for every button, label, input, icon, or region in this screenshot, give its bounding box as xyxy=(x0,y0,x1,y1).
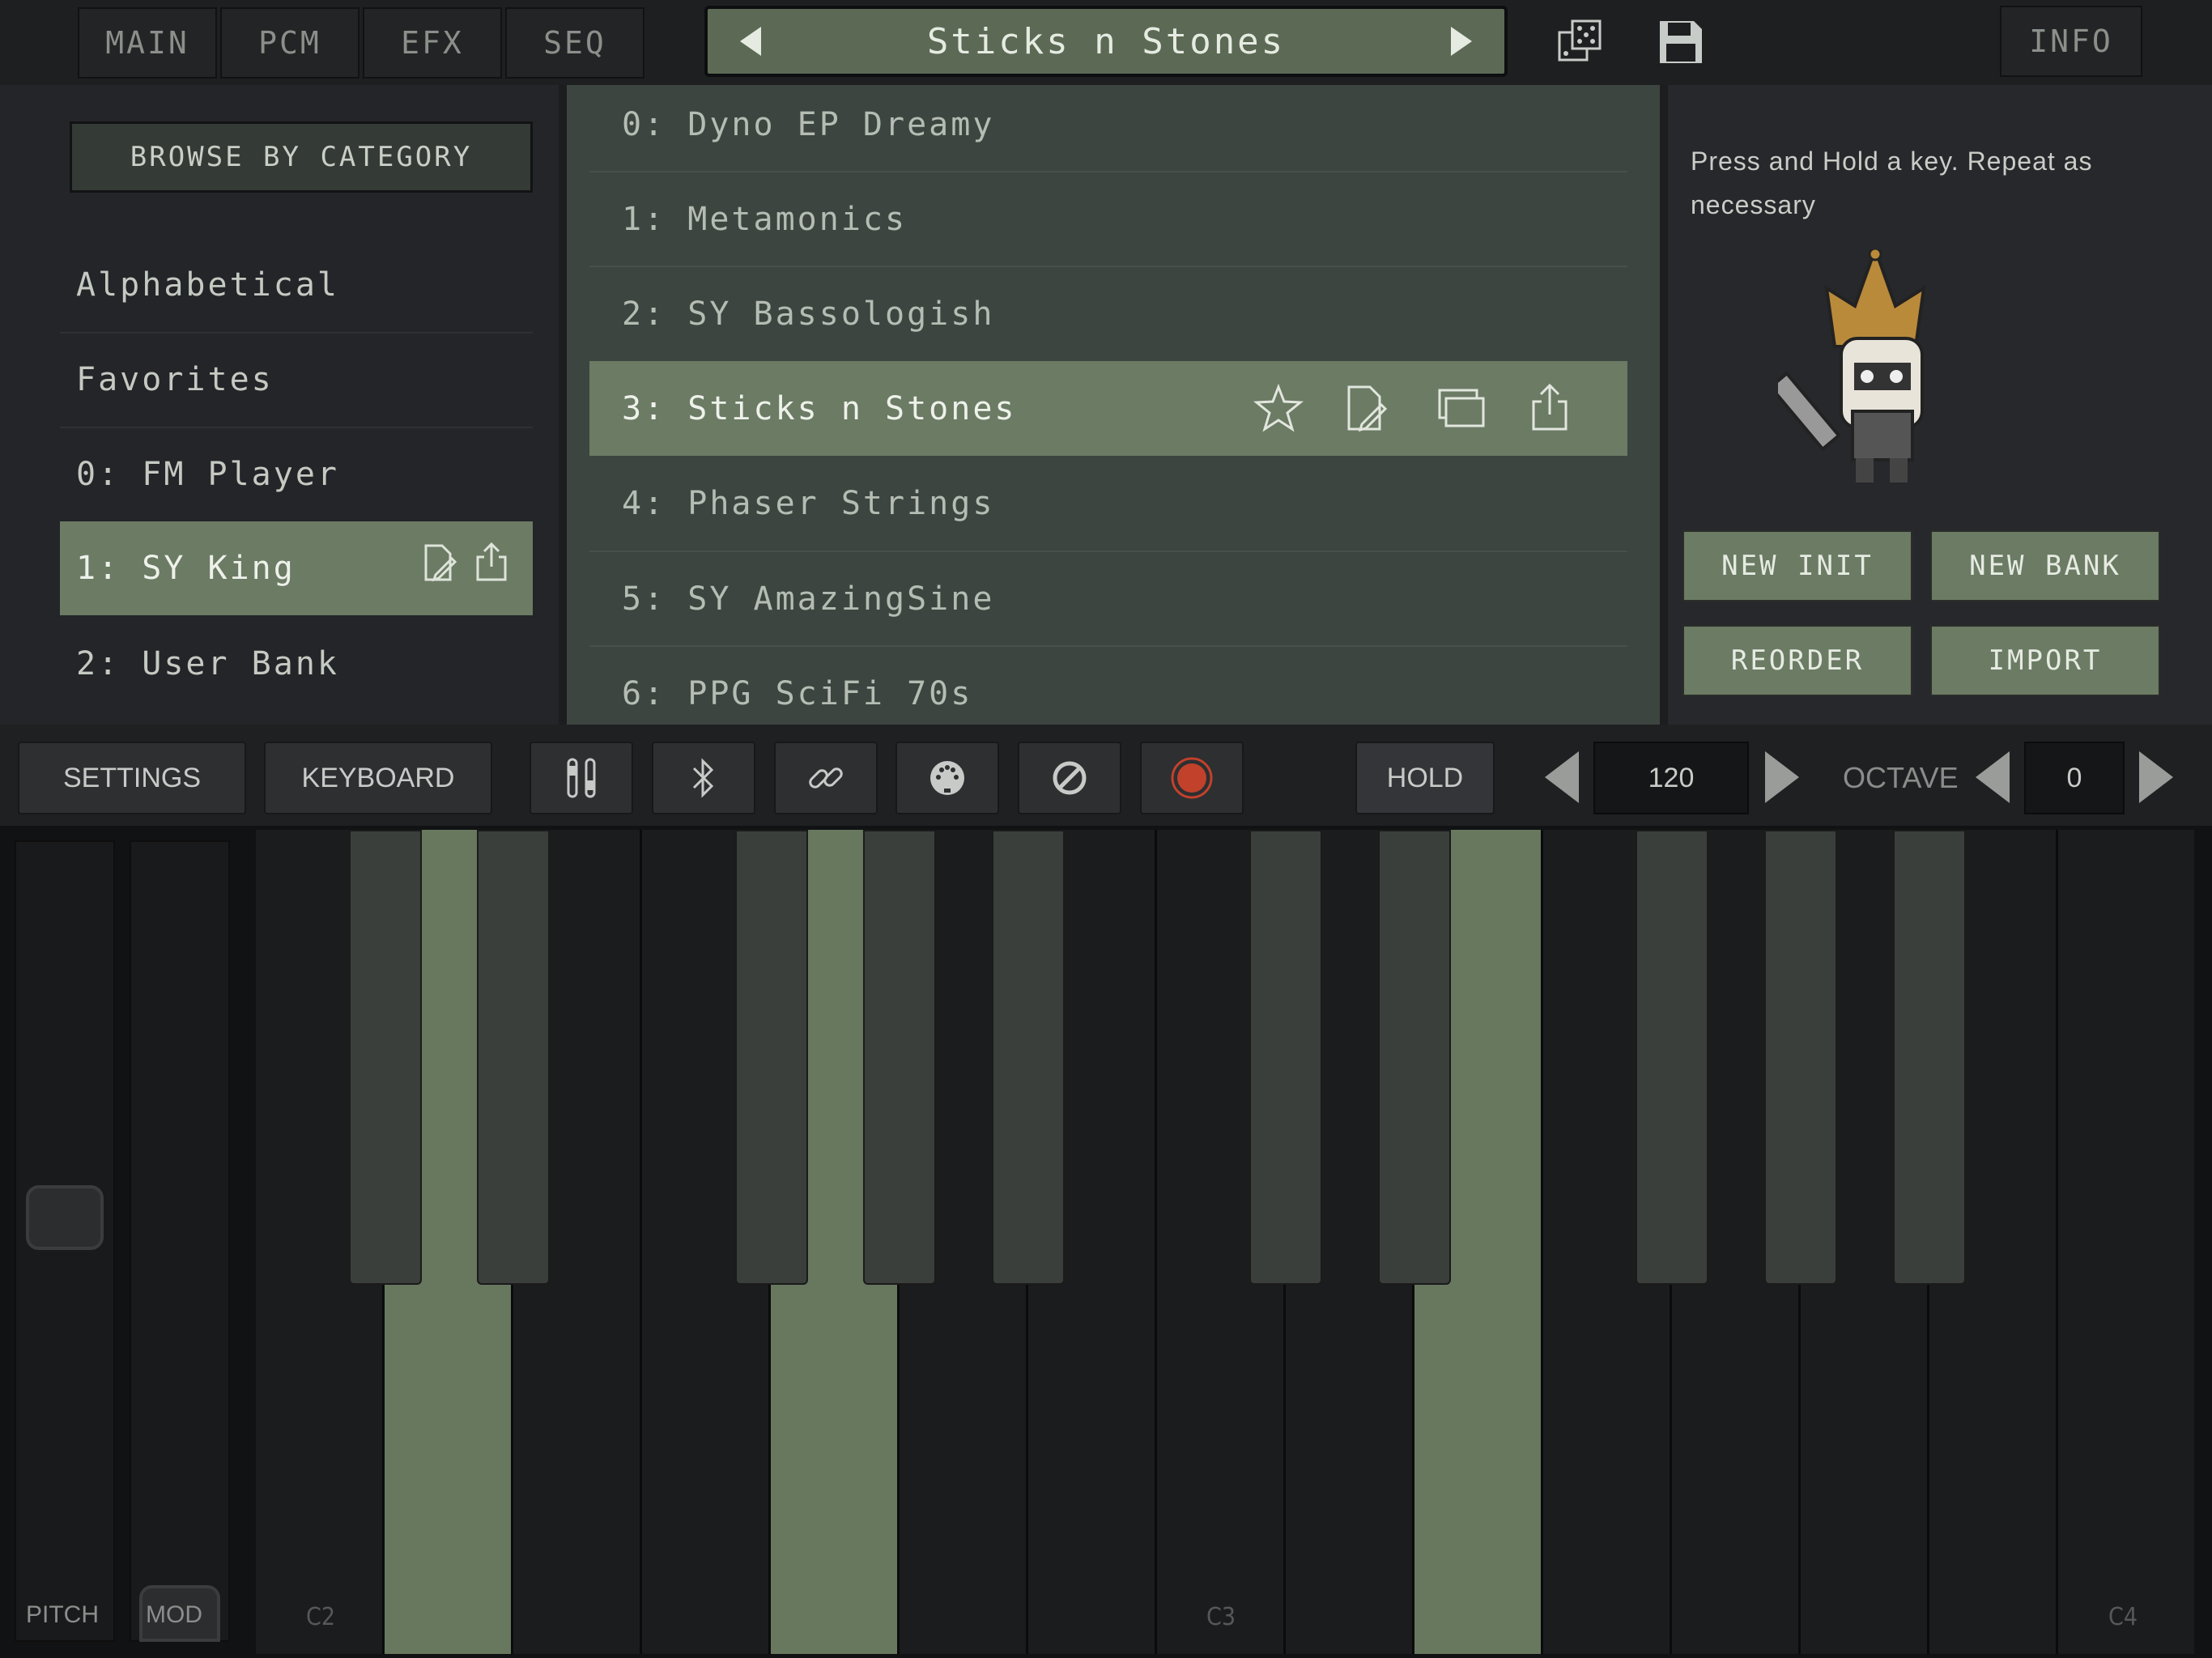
pitch-wheel[interactable]: PITCH xyxy=(15,840,115,1642)
link-icon xyxy=(809,767,843,789)
favorite-star-icon[interactable] xyxy=(1253,384,1304,432)
next-preset-icon[interactable] xyxy=(1451,27,1472,56)
keyboard-button[interactable]: KEYBOARD xyxy=(264,742,492,814)
tab-seq[interactable]: SEQ xyxy=(505,7,644,79)
octave-display: 0 xyxy=(2024,742,2125,814)
hold-button[interactable]: HOLD xyxy=(1355,742,1495,814)
new-bank-button[interactable]: NEW BANK xyxy=(1930,530,2160,602)
tempo-display: 120 xyxy=(1593,742,1749,814)
tempo-up-icon[interactable] xyxy=(1765,751,1799,803)
record-button[interactable] xyxy=(1140,742,1244,814)
preset-item[interactable]: 6: PPG SciFi 70s xyxy=(589,646,1627,725)
preset-item[interactable]: 4: Phaser Strings xyxy=(589,456,1627,551)
share-icon[interactable] xyxy=(474,541,508,583)
edit-icon[interactable] xyxy=(423,542,457,583)
preset-title: Sticks n Stones xyxy=(926,20,1286,62)
king-mascot-icon xyxy=(1778,249,1926,483)
preset-list: 0: Dyno EP Dreamy 1: Metamonics 2: SY Ba… xyxy=(567,85,1660,725)
black-key[interactable] xyxy=(349,830,422,1285)
note-label-c4: C4 xyxy=(2108,1603,2138,1631)
black-key[interactable] xyxy=(992,830,1065,1285)
preset-item[interactable]: 0: Dyno EP Dreamy xyxy=(589,85,1627,172)
dice-icon[interactable] xyxy=(1556,18,1605,66)
category-item[interactable]: 2: User Bank xyxy=(60,617,533,711)
preset-label: 5: SY AmazingSine xyxy=(622,580,995,618)
pitch-label: PITCH xyxy=(26,1601,99,1628)
reorder-button[interactable]: REORDER xyxy=(1682,625,1912,696)
black-key[interactable] xyxy=(863,830,936,1285)
pitch-wheel-handle[interactable] xyxy=(26,1185,104,1250)
category-label: 2: User Bank xyxy=(76,645,339,682)
preset-label: 1: Metamonics xyxy=(622,200,908,238)
edit-icon[interactable] xyxy=(1344,384,1389,432)
preset-label: 0: Dyno EP Dreamy xyxy=(622,105,995,143)
settings-button[interactable]: SETTINGS xyxy=(18,742,246,814)
stop-icon xyxy=(1053,761,1087,795)
octave-down-icon[interactable] xyxy=(1976,751,2010,803)
black-key-pressed[interactable] xyxy=(1451,830,1540,1285)
import-button[interactable]: IMPORT xyxy=(1930,625,2160,696)
mod-wheel[interactable]: MOD xyxy=(130,840,230,1642)
black-key[interactable] xyxy=(477,830,550,1285)
preset-item[interactable]: 2: SY Bassologish xyxy=(589,266,1627,361)
category-label: Favorites xyxy=(76,361,274,398)
black-key[interactable] xyxy=(1764,830,1837,1285)
category-item[interactable]: Favorites xyxy=(60,333,533,427)
midi-icon xyxy=(930,761,964,795)
preset-label: 3: Sticks n Stones xyxy=(622,389,1017,427)
preset-item-selected[interactable]: 3: Sticks n Stones xyxy=(589,361,1627,456)
bluetooth-button[interactable] xyxy=(652,742,755,814)
preset-item[interactable]: 1: Metamonics xyxy=(589,172,1627,266)
category-label: 0: FM Player xyxy=(76,456,339,493)
black-key[interactable] xyxy=(735,830,808,1285)
tab-pcm[interactable]: PCM xyxy=(220,7,359,79)
hint-text: Press and Hold a key. Repeat as necessar… xyxy=(1691,147,2093,219)
bluetooth-icon xyxy=(692,758,714,798)
octave-up-icon[interactable] xyxy=(2139,751,2173,803)
link-button[interactable] xyxy=(774,742,878,814)
mod-label: MOD xyxy=(146,1601,202,1628)
category-label: 1: SY King xyxy=(76,550,296,587)
category-label: Alphabetical xyxy=(76,266,339,304)
midi-button[interactable] xyxy=(895,742,999,814)
tab-main[interactable]: MAIN xyxy=(78,7,217,79)
save-icon[interactable] xyxy=(1657,18,1705,66)
sliders-icon xyxy=(567,758,596,798)
black-key[interactable] xyxy=(1249,830,1322,1285)
octave-label: OCTAVE xyxy=(1843,761,1959,794)
black-key[interactable] xyxy=(1636,830,1708,1285)
category-item[interactable]: Alphabetical xyxy=(60,238,533,332)
category-item[interactable]: 0: FM Player xyxy=(60,427,533,521)
tempo-down-icon[interactable] xyxy=(1545,751,1579,803)
black-key[interactable] xyxy=(1893,830,1966,1285)
preset-item[interactable]: 5: SY AmazingSine xyxy=(589,551,1627,646)
new-init-button[interactable]: NEW INIT xyxy=(1682,530,1912,602)
black-key[interactable] xyxy=(1378,830,1451,1285)
prev-preset-icon[interactable] xyxy=(740,27,761,56)
sliders-button[interactable] xyxy=(530,742,633,814)
info-button[interactable]: INFO xyxy=(2000,6,2142,77)
record-icon xyxy=(1171,757,1213,799)
duplicate-icon[interactable] xyxy=(1436,387,1487,429)
preset-selector: Sticks n Stones xyxy=(704,6,1508,77)
preset-label: 4: Phaser Strings xyxy=(622,484,995,522)
browse-by-category-button[interactable]: BROWSE BY CATEGORY xyxy=(70,121,533,193)
note-label-c2: C2 xyxy=(306,1603,336,1631)
category-item-selected[interactable]: 1: SY King xyxy=(60,521,533,615)
panic-button[interactable] xyxy=(1018,742,1121,814)
black-key-gap xyxy=(422,830,475,1285)
preset-label: 2: SY Bassologish xyxy=(622,295,995,333)
share-icon[interactable] xyxy=(1530,382,1569,432)
black-key-pressed[interactable] xyxy=(808,830,863,1285)
note-label-c3: C3 xyxy=(1206,1603,1236,1631)
tab-efx[interactable]: EFX xyxy=(363,7,502,79)
preset-label: 6: PPG SciFi 70s xyxy=(622,674,973,712)
white-key[interactable] xyxy=(2058,830,2194,1654)
